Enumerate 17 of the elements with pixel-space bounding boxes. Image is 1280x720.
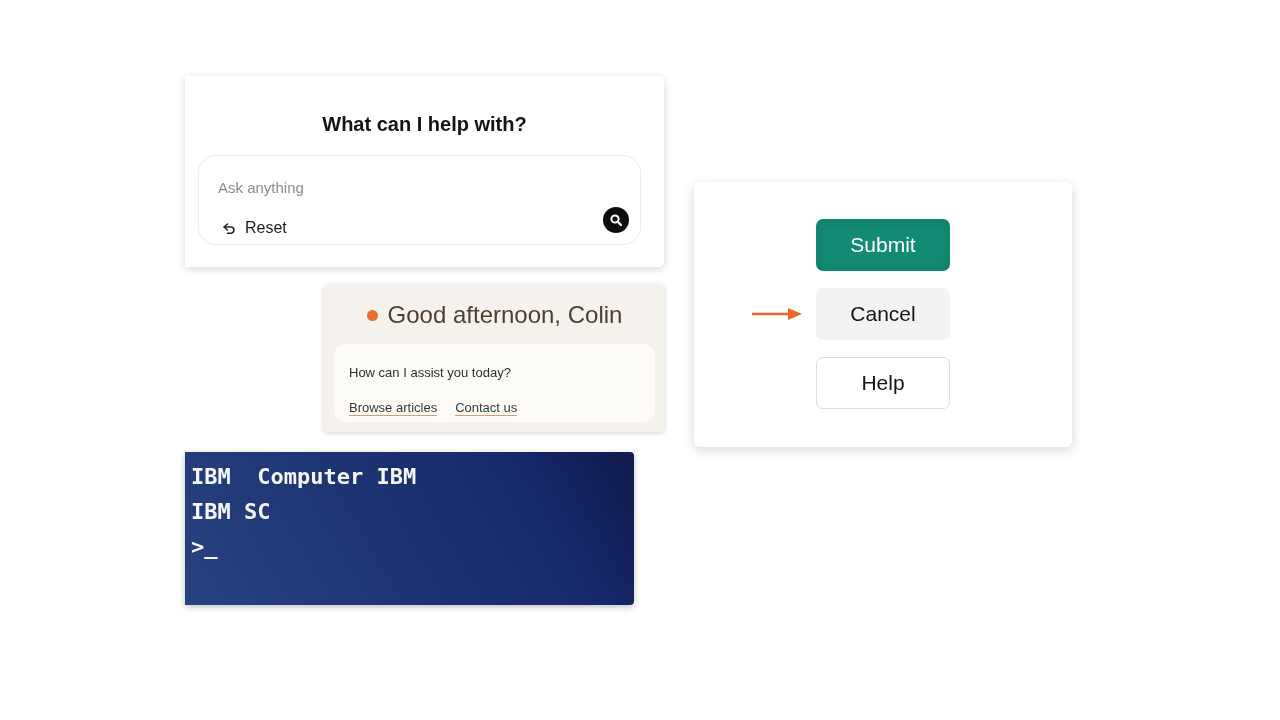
ask-field[interactable]: Ask anything xyxy=(218,178,418,198)
undo-icon xyxy=(223,222,236,234)
terminal-prompt: >_ xyxy=(191,533,218,561)
status-dot-icon xyxy=(366,309,378,321)
secondary-button[interactable]: Cancel xyxy=(816,288,950,340)
reset-button[interactable]: Reset xyxy=(223,218,287,238)
primary-button[interactable]: Submit xyxy=(816,219,950,271)
help-link[interactable]: Contact us xyxy=(455,399,518,417)
outline-button[interactable]: Help xyxy=(816,357,950,409)
greeting-text: Good afternoon, Colin xyxy=(387,300,623,330)
card-title: What can I help with? xyxy=(322,112,527,137)
terminal-line: IBM Computer IBM xyxy=(191,463,417,491)
search-button[interactable] xyxy=(603,207,629,233)
search-icon xyxy=(610,214,622,226)
terminal-line: IBM SC xyxy=(191,498,271,526)
prompt-text: How can I assist you today? xyxy=(349,364,512,382)
help-link[interactable]: Browse articles xyxy=(349,399,438,417)
